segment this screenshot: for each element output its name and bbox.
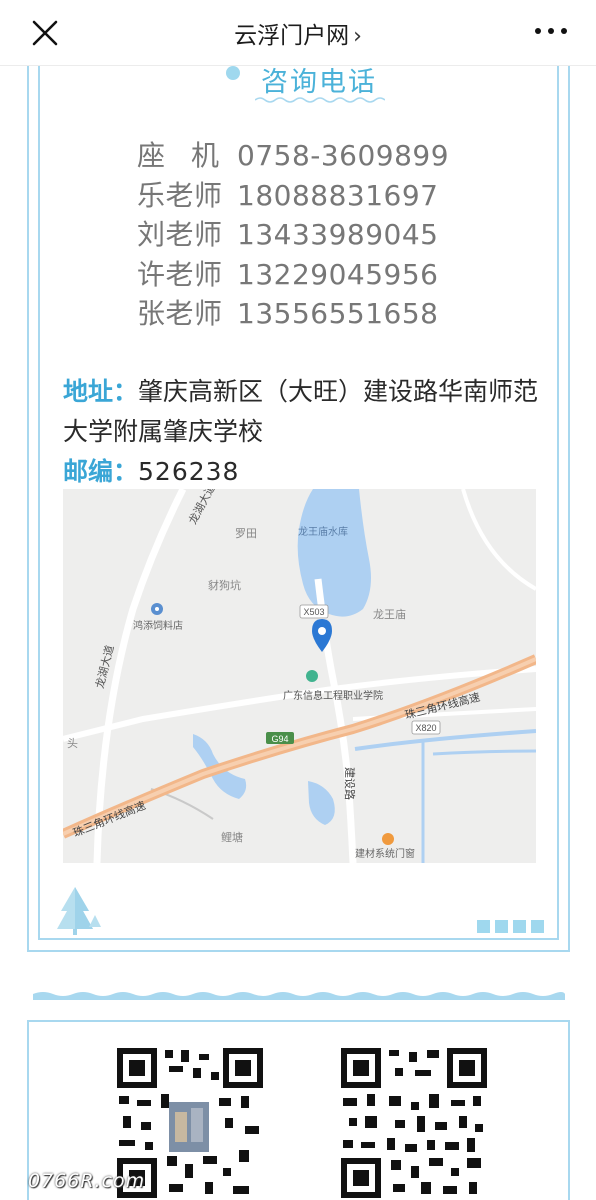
contact-label: 乐老师	[137, 179, 223, 212]
poi-dot	[155, 607, 159, 611]
map-label: 建材系统门窗	[355, 847, 415, 860]
contact-row: 张老师 13556551658	[137, 292, 438, 330]
map-label: 建设路	[343, 767, 357, 800]
section-dot-icon	[226, 66, 240, 80]
contact-phone[interactable]: 13229045956	[237, 258, 438, 291]
contact-phone[interactable]: 13433989045	[237, 218, 438, 251]
poi-store-icon[interactable]	[382, 833, 394, 845]
page-indicator	[477, 918, 549, 937]
poi-school-icon[interactable]	[306, 670, 318, 682]
river	[354, 729, 536, 751]
tree-icon	[57, 887, 101, 935]
college-label: 广东信息工程职业学院	[283, 689, 383, 702]
contact-phone[interactable]: 0758-3609899	[237, 139, 449, 172]
contact-row: 乐老师 18088831697	[137, 174, 438, 212]
map-label: X820	[415, 723, 436, 733]
contact-label: 许老师	[137, 258, 223, 291]
more-dots-icon[interactable]	[535, 28, 569, 38]
qr-code-right	[339, 1046, 489, 1200]
map-canvas: G94 X503 X820 龙王庙水库 罗田 豺狗坑 龙王庙 鸿添饲料店 广东信…	[63, 489, 536, 863]
postal-key: 邮编：	[63, 457, 139, 486]
wavy-underline	[255, 97, 385, 103]
map-label: 头	[67, 737, 78, 750]
road	[461, 489, 536, 591]
map-label: 罗田	[235, 527, 257, 540]
map-label: X503	[303, 607, 324, 617]
map-label: G94	[271, 734, 288, 744]
contact-phone[interactable]: 18088831697	[237, 179, 438, 212]
contact-label: 张老师	[137, 297, 223, 330]
map-label: 广东信息工程职业学院	[283, 689, 383, 702]
address-key: 地址：	[63, 377, 139, 406]
map-label: 龙王庙	[373, 607, 406, 621]
map-label: 鸿添饲料店	[133, 619, 183, 632]
postal-block: 邮编：526238	[63, 452, 239, 488]
map-label: 龙湖大道	[185, 489, 218, 526]
page-title-link[interactable]: 云浮门户网 ›	[0, 16, 596, 50]
address-block: 地址：肇庆高新区（大旺）建设路华南师范大学附属肇庆学校	[63, 372, 543, 452]
wave-divider	[33, 992, 565, 1000]
contact-row: 座机0758-3609899	[137, 134, 449, 172]
reservoir-water	[297, 489, 371, 617]
map-label: 龙王庙水库	[298, 525, 348, 538]
postal-value: 526238	[138, 457, 240, 486]
map-label: 豺狗坑	[208, 578, 241, 592]
top-bar: 云浮门户网 ›	[0, 0, 596, 66]
location-map[interactable]: G94 X503 X820 龙王庙水库 罗田 豺狗坑 龙王庙 鸿添饲料店 广东信…	[63, 489, 536, 863]
river	[432, 749, 536, 756]
contact-label: 刘老师	[137, 218, 223, 251]
contact-phone[interactable]: 13556551658	[237, 297, 438, 330]
page-title: 云浮门户网	[234, 23, 350, 49]
map-label: 鲤塘	[221, 830, 243, 844]
contact-row: 刘老师 13433989045	[137, 213, 438, 251]
contact-label: 座机	[137, 139, 246, 172]
contact-row: 许老师 13229045956	[137, 253, 438, 291]
chevron-right-icon: ›	[353, 24, 362, 49]
watermark: 0766R.com	[28, 1170, 146, 1192]
map-label: 珠三角环线高速	[71, 798, 148, 840]
lake	[308, 781, 335, 825]
